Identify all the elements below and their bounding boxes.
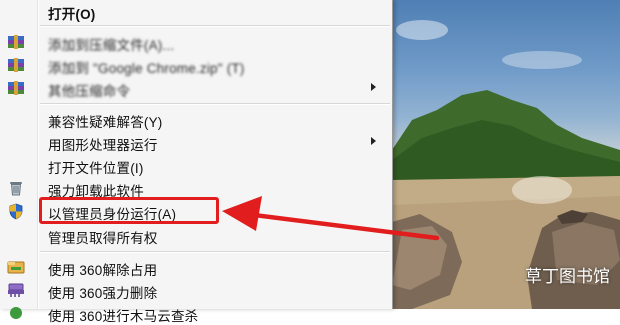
- winrar-archive-icon: [7, 80, 25, 96]
- menu-item-label: 使用 360解除占用: [48, 263, 158, 278]
- 360-scan-icon: [7, 305, 25, 321]
- menu-item-take-ownership[interactable]: 管理员取得所有权: [0, 224, 392, 246]
- uac-shield-icon: [7, 203, 25, 219]
- submenu-arrow-icon: [371, 137, 376, 145]
- menu-item-label: 打开文件位置(I): [48, 161, 144, 176]
- menu-separator: [40, 251, 390, 253]
- winrar-archive-icon: [7, 57, 25, 73]
- menu-item-compatibility-troubleshoot[interactable]: 兼容性疑难解答(Y): [0, 108, 392, 130]
- submenu-arrow-icon: [371, 83, 376, 91]
- highlight-box: [39, 197, 219, 224]
- menu-item-360-trojan-scan[interactable]: 使用 360进行木马云查杀: [0, 302, 392, 324]
- menu-item-label: 用图形处理器运行: [48, 138, 158, 153]
- watermark-logo: 草丁图书馆: [525, 262, 610, 287]
- watermark-text: 草丁图书馆: [525, 267, 610, 287]
- 360-shred-icon: [7, 282, 25, 298]
- menu-item-label: 其他压缩命令: [48, 84, 131, 99]
- menu-item-other-compress-commands[interactable]: 其他压缩命令: [0, 77, 392, 99]
- 360-unlock-icon: [7, 259, 25, 275]
- recycle-bin-icon: [7, 180, 25, 196]
- menu-item-add-to-zip[interactable]: 添加到 "Google Chrome.zip" (T): [0, 54, 392, 76]
- desktop-wallpaper: 草丁图书馆: [392, 0, 620, 309]
- menu-item-label: 兼容性疑难解答(Y): [48, 115, 163, 130]
- menu-item-label: 添加到 "Google Chrome.zip" (T): [48, 61, 245, 76]
- menu-item-add-to-archive[interactable]: 添加到压缩文件(A)...: [0, 31, 392, 53]
- menu-item-label: 打开(O): [48, 7, 96, 22]
- menu-item-open-file-location[interactable]: 打开文件位置(I): [0, 154, 392, 176]
- menu-item-360-unlock[interactable]: 使用 360解除占用: [0, 256, 392, 278]
- menu-item-force-uninstall[interactable]: 强力卸载此软件: [0, 177, 392, 199]
- winrar-archive-icon: [7, 34, 25, 50]
- menu-item-label: 使用 360强力删除: [48, 286, 158, 301]
- menu-item-label: 管理员取得所有权: [48, 231, 158, 246]
- menu-item-360-force-delete[interactable]: 使用 360强力删除: [0, 279, 392, 301]
- menu-item-run-with-gpu[interactable]: 用图形处理器运行: [0, 131, 392, 153]
- context-menu: 打开(O) 添加到压缩文件(A)... 添加到 "Google Chrome.z…: [0, 0, 393, 324]
- menu-item-open[interactable]: 打开(O): [0, 0, 392, 22]
- menu-separator: [40, 25, 390, 27]
- menu-separator: [40, 103, 390, 105]
- menu-item-label: 使用 360进行木马云查杀: [48, 309, 199, 324]
- menu-item-label: 添加到压缩文件(A)...: [48, 38, 175, 53]
